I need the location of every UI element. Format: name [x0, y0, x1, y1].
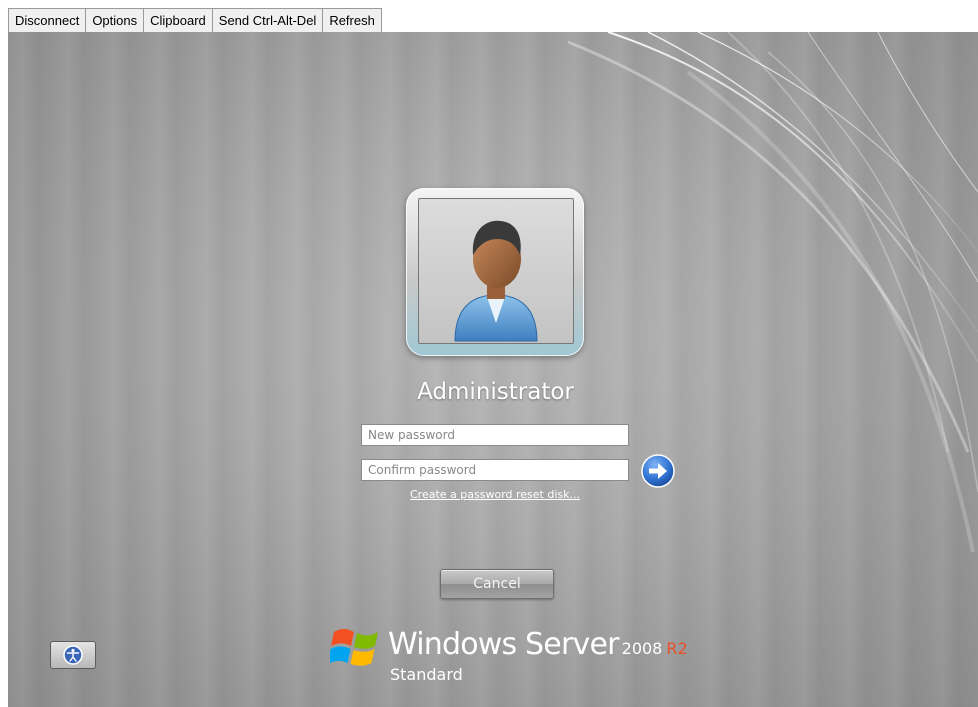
- arrow-right-icon: [641, 454, 675, 488]
- new-password-field[interactable]: [361, 424, 629, 446]
- product-name: Windows Server 2008 R2: [388, 627, 688, 662]
- windows-server-branding: Windows Server 2008 R2 Standard: [330, 624, 688, 688]
- background-swirl: [567, 32, 978, 553]
- options-button[interactable]: Options: [86, 9, 145, 32]
- confirm-password-field[interactable]: [361, 459, 629, 481]
- user-name: Administrator: [417, 379, 574, 405]
- product-version: 2008: [621, 639, 663, 658]
- submit-button[interactable]: [641, 454, 675, 488]
- create-password-reset-disk-link[interactable]: Create a password reset disk...: [361, 488, 629, 501]
- send-ctrl-alt-del-button[interactable]: Send Ctrl-Alt-Del: [212, 9, 324, 32]
- ease-of-access-icon: [63, 645, 83, 665]
- remote-session-toolbar: Disconnect Options Clipboard Send Ctrl-A…: [8, 8, 382, 33]
- product-release: R2: [666, 639, 688, 658]
- logon-screen: Administrator Create a password reset di…: [8, 32, 978, 707]
- product-title: Windows Server: [388, 627, 619, 662]
- user-tile: [418, 198, 574, 344]
- clipboard-button[interactable]: Clipboard: [144, 9, 213, 32]
- refresh-button[interactable]: Refresh: [323, 9, 381, 32]
- user-tile-frame: [406, 188, 584, 356]
- user-avatar-icon: [454, 220, 538, 342]
- ease-of-access-button[interactable]: [50, 641, 96, 669]
- windows-logo-icon: [330, 628, 378, 666]
- disconnect-button[interactable]: Disconnect: [9, 9, 87, 32]
- product-edition: Standard: [390, 665, 463, 684]
- cancel-button[interactable]: Cancel: [440, 569, 554, 599]
